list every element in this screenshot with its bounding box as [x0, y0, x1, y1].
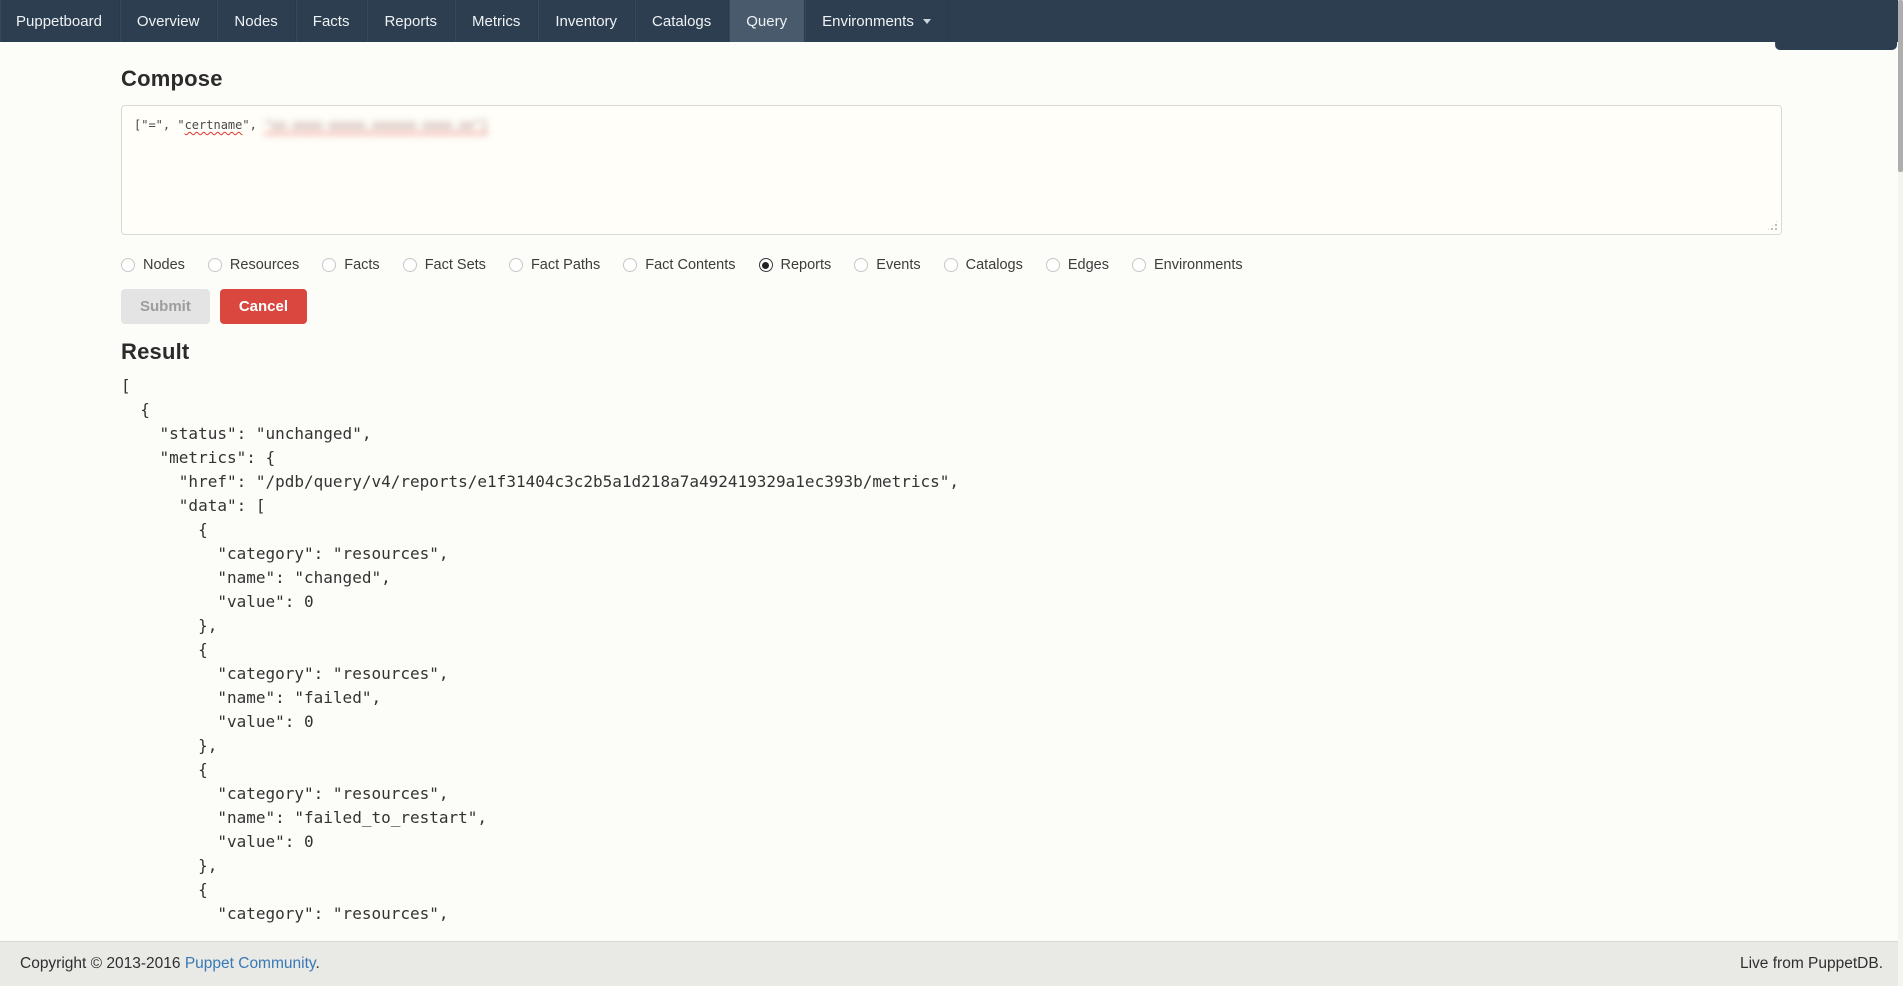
nav-label: Environments — [822, 13, 914, 30]
query-text-redacted-value: "xx-xxxx-xxxxx.xxxxxx-xxxx.xx"] — [264, 118, 488, 132]
radio-catalogs[interactable]: Catalogs — [944, 257, 1023, 273]
radio-icon — [1132, 258, 1146, 272]
radio-label: Reports — [781, 257, 832, 273]
page-scrollbar-thumb[interactable] — [1898, 0, 1903, 172]
radio-label: Nodes — [143, 257, 185, 273]
nav-label: Catalogs — [652, 13, 711, 30]
textarea-resize-grip[interactable] — [1766, 219, 1779, 232]
nav-item-overview[interactable]: Overview — [120, 0, 218, 42]
radio-resources[interactable]: Resources — [208, 257, 299, 273]
radio-icon — [944, 258, 958, 272]
query-text-certname: certname — [185, 118, 243, 132]
radio-fact-sets[interactable]: Fact Sets — [403, 257, 486, 273]
query-text-after: ", — [242, 118, 264, 132]
radio-label: Facts — [344, 257, 379, 273]
query-textarea[interactable]: ["=", "certname", "xx-xxxx-xxxxx.xxxxxx-… — [121, 105, 1782, 235]
nav-label: Query — [746, 13, 787, 30]
form-actions: Submit Cancel — [121, 289, 1782, 324]
footer-status: Live from PuppetDB. — [1740, 955, 1883, 973]
radio-label: Catalogs — [966, 257, 1023, 273]
radio-icon — [854, 258, 868, 272]
radio-label: Edges — [1068, 257, 1109, 273]
nav-label: Facts — [313, 13, 350, 30]
footer-copyright: Copyright © 2013-2016 Puppet Community. — [20, 955, 320, 973]
radio-fact-contents[interactable]: Fact Contents — [623, 257, 735, 273]
radio-icon — [322, 258, 336, 272]
radio-icon — [509, 258, 523, 272]
endpoint-radio-group: Nodes Resources Facts Fact Sets Fact Pat… — [121, 257, 1782, 273]
radio-nodes[interactable]: Nodes — [121, 257, 185, 273]
radio-reports[interactable]: Reports — [759, 257, 832, 273]
brand-label: Puppetboard — [16, 13, 102, 30]
radio-icon — [1046, 258, 1060, 272]
radio-environments[interactable]: Environments — [1132, 257, 1243, 273]
page-scrollbar-track — [1898, 0, 1903, 986]
brand-link[interactable]: Puppetboard — [0, 0, 120, 42]
result-json-output: [ { "status": "unchanged", "metrics": { … — [121, 374, 1782, 926]
radio-label: Fact Sets — [425, 257, 486, 273]
radio-icon — [208, 258, 222, 272]
radio-label: Fact Paths — [531, 257, 600, 273]
nav-label: Reports — [384, 13, 437, 30]
nav-item-reports[interactable]: Reports — [367, 0, 455, 42]
radio-fact-paths[interactable]: Fact Paths — [509, 257, 600, 273]
radio-label: Resources — [230, 257, 299, 273]
radio-icon — [121, 258, 135, 272]
nav-item-metrics[interactable]: Metrics — [455, 0, 538, 42]
submit-button[interactable]: Submit — [121, 289, 210, 324]
radio-events[interactable]: Events — [854, 257, 920, 273]
chevron-down-icon — [923, 19, 931, 24]
radio-label: Fact Contents — [645, 257, 735, 273]
radio-icon — [403, 258, 417, 272]
nav-label: Overview — [137, 13, 200, 30]
radio-icon-selected — [759, 258, 773, 272]
nav-label: Nodes — [234, 13, 277, 30]
puppet-community-link[interactable]: Puppet Community — [185, 955, 316, 972]
nav-item-environments[interactable]: Environments — [805, 0, 949, 42]
query-text-before: ["=", " — [134, 118, 185, 132]
nav-item-facts[interactable]: Facts — [296, 0, 368, 42]
radio-label: Environments — [1154, 257, 1243, 273]
nav-item-nodes[interactable]: Nodes — [217, 0, 295, 42]
result-heading: Result — [121, 339, 1782, 365]
cancel-button[interactable]: Cancel — [220, 289, 307, 324]
top-navbar: Puppetboard Overview Nodes Facts Reports… — [0, 0, 1903, 42]
nav-label: Inventory — [555, 13, 617, 30]
nav-item-inventory[interactable]: Inventory — [538, 0, 635, 42]
radio-edges[interactable]: Edges — [1046, 257, 1109, 273]
nav-label: Metrics — [472, 13, 520, 30]
compose-heading: Compose — [121, 66, 1782, 92]
nav-item-catalogs[interactable]: Catalogs — [635, 0, 729, 42]
radio-facts[interactable]: Facts — [322, 257, 379, 273]
nav-item-query[interactable]: Query — [729, 0, 805, 42]
main-content: Compose ["=", "certname", "xx-xxxx-xxxxx… — [0, 66, 1903, 926]
radio-icon — [623, 258, 637, 272]
radio-label: Events — [876, 257, 920, 273]
page-footer: Copyright © 2013-2016 Puppet Community. … — [0, 941, 1903, 986]
copyright-text: Copyright © 2013-2016 — [20, 955, 185, 972]
copyright-period: . — [315, 955, 319, 972]
